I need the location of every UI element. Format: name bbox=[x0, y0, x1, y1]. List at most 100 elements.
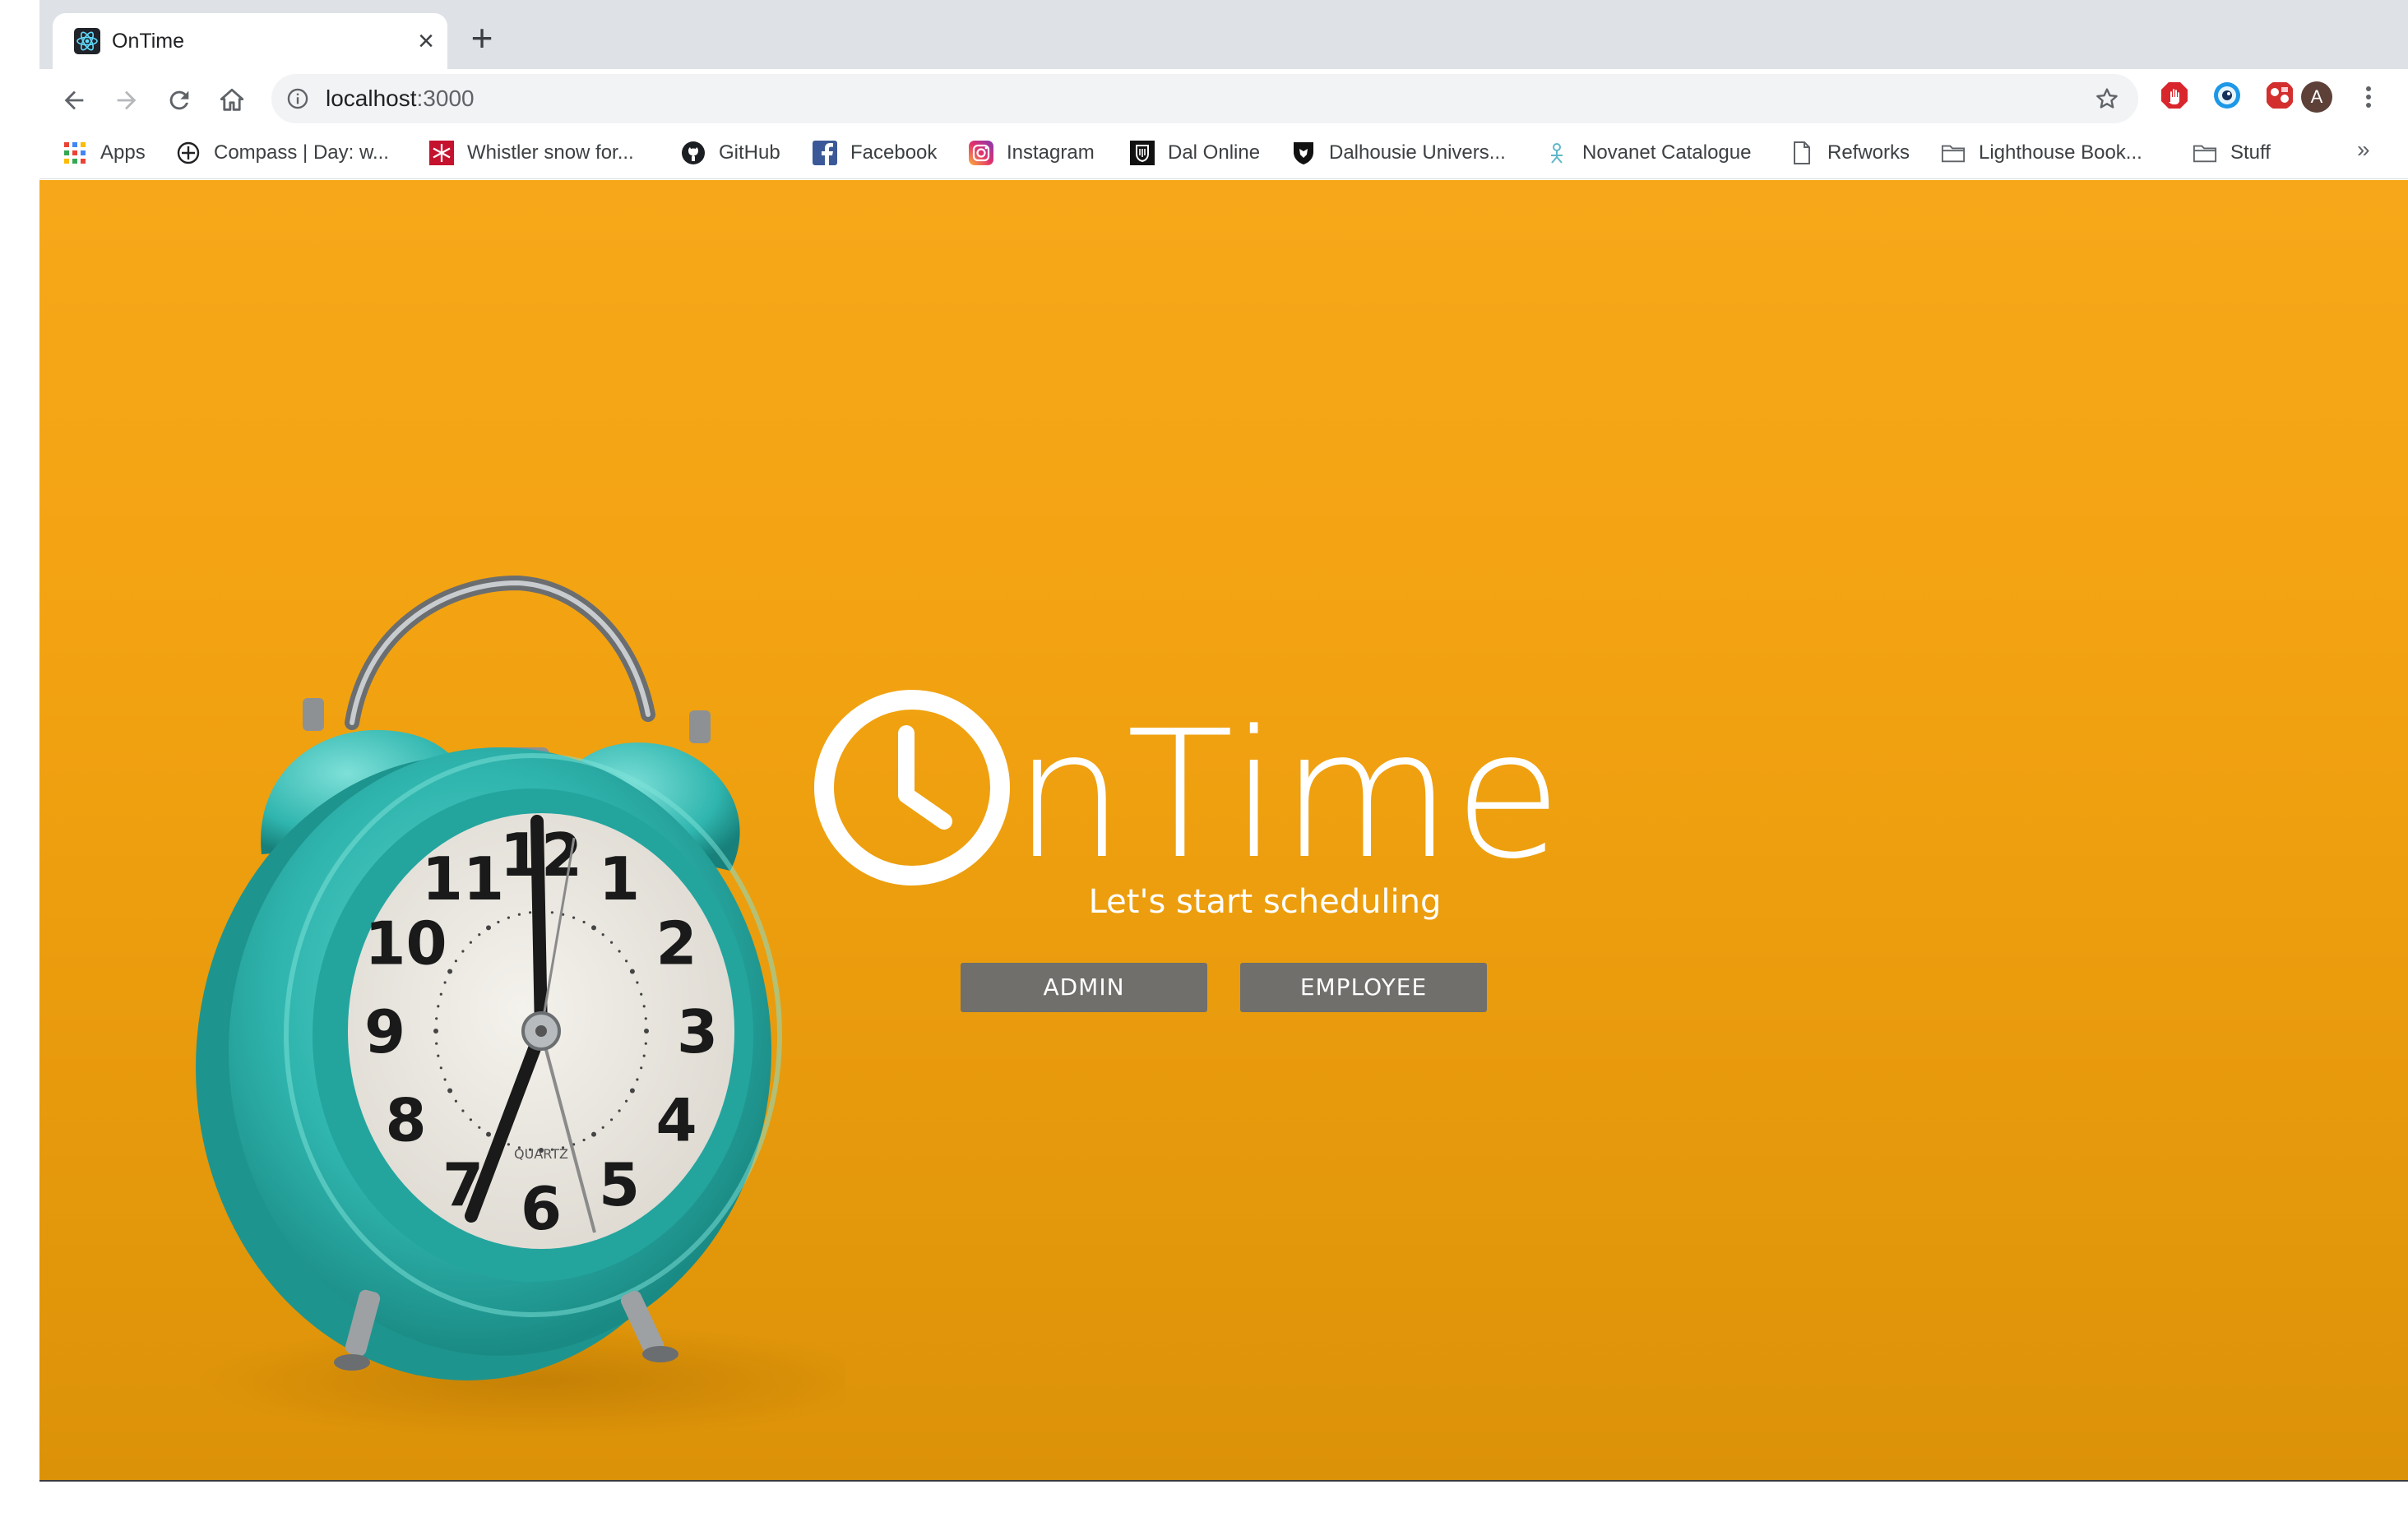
arrow-right-icon bbox=[117, 90, 137, 110]
reload-icon bbox=[169, 90, 189, 110]
clock-tick bbox=[640, 992, 643, 996]
kebab-menu-icon[interactable] bbox=[2360, 81, 2377, 113]
apps-grid-icon bbox=[63, 141, 87, 165]
tab-title: OnTime bbox=[112, 30, 184, 53]
profile-avatar[interactable]: A bbox=[2301, 81, 2332, 113]
page-icon bbox=[1790, 141, 1814, 165]
clock-numeral: 8 bbox=[385, 1086, 426, 1155]
clock-tick bbox=[629, 969, 635, 974]
bookmark-label: Lighthouse Book... bbox=[1979, 141, 2142, 164]
bookmarks-bar: Apps Compass | Day: w... Whistler snow f… bbox=[39, 128, 2408, 179]
bookmark-refworks[interactable]: Refworks bbox=[1790, 136, 1910, 169]
clock-numeral: 11 bbox=[422, 844, 504, 913]
clock-numeral: 9 bbox=[364, 997, 405, 1066]
clock-tick bbox=[591, 925, 596, 931]
folder-icon bbox=[1941, 141, 1966, 165]
clock-tick bbox=[642, 1054, 646, 1057]
alarm-clock-illustration: 121234567891011 QUARTZ bbox=[196, 575, 845, 1438]
page-bottom-border bbox=[39, 1480, 2408, 1482]
clock-tick bbox=[447, 969, 453, 974]
clock-tick bbox=[437, 1005, 440, 1008]
clock-tick bbox=[644, 1029, 649, 1034]
clock-tick bbox=[610, 1118, 614, 1121]
clock-tick bbox=[478, 933, 481, 936]
clock-o-icon bbox=[814, 690, 1010, 886]
browser-window: OnTime × + localhost:3000 A Apps Compass… bbox=[39, 0, 2408, 1480]
employee-button[interactable]: EMPLOYEE bbox=[1240, 963, 1487, 1012]
puzzle-extension-icon[interactable] bbox=[2265, 81, 2295, 110]
clock-tick bbox=[572, 916, 576, 919]
clock-numeral: 2 bbox=[655, 909, 697, 978]
clock-tick bbox=[469, 941, 472, 944]
bookmark-facebook[interactable]: Facebook bbox=[813, 136, 937, 169]
clock-tick bbox=[461, 950, 465, 953]
bookmark-label: Apps bbox=[100, 141, 146, 164]
clock-tick bbox=[582, 1138, 586, 1142]
home-icon bbox=[220, 88, 244, 111]
info-icon[interactable] bbox=[286, 87, 309, 110]
bookmark-label: Whistler snow for... bbox=[467, 141, 634, 164]
reload-button[interactable] bbox=[161, 82, 197, 118]
clock-numeral: 5 bbox=[599, 1150, 640, 1219]
bookmark-instagram[interactable]: Instagram bbox=[969, 136, 1095, 169]
clock-tick bbox=[582, 920, 586, 924]
clock-numeral: 10 bbox=[364, 909, 447, 978]
clock-tick bbox=[591, 1131, 596, 1137]
bookmark-github[interactable]: GitHub bbox=[681, 136, 780, 169]
compass-icon bbox=[176, 141, 201, 165]
bookmark-label: Facebook bbox=[850, 141, 938, 164]
bookmark-dal-online[interactable]: Dal Online bbox=[1130, 136, 1260, 169]
home-button[interactable] bbox=[214, 82, 250, 118]
clock-tick bbox=[454, 1099, 457, 1103]
tagline: Let's start scheduling bbox=[1088, 883, 1442, 921]
clock-tick bbox=[507, 916, 510, 919]
bookmark-star-icon[interactable] bbox=[2094, 86, 2120, 112]
bookmark-label: Compass | Day: w... bbox=[214, 141, 389, 164]
clock-tick bbox=[439, 992, 442, 996]
bookmark-apps[interactable]: Apps bbox=[63, 136, 146, 169]
back-button[interactable] bbox=[56, 82, 92, 118]
folder-icon bbox=[2193, 141, 2217, 165]
ontime-logo: nTime bbox=[813, 665, 1717, 887]
bookmark-whistler[interactable]: Whistler snow for... bbox=[429, 136, 634, 169]
bookmark-label: Novanet Catalogue bbox=[1582, 141, 1752, 164]
clock-tick bbox=[550, 911, 553, 914]
admin-button[interactable]: ADMIN bbox=[961, 963, 1207, 1012]
facebook-icon bbox=[813, 141, 837, 165]
adblock-extension-icon[interactable] bbox=[2160, 81, 2189, 110]
bookmark-compass[interactable]: Compass | Day: w... bbox=[176, 136, 389, 169]
clock-tick bbox=[636, 1078, 639, 1081]
react-icon bbox=[74, 28, 100, 54]
clock-tick bbox=[486, 1131, 491, 1137]
clock-tick bbox=[644, 1042, 647, 1045]
clock-tick bbox=[517, 913, 521, 916]
address-bar[interactable]: localhost:3000 bbox=[271, 74, 2138, 123]
snowflake-icon bbox=[429, 141, 454, 165]
bookmark-lighthouse[interactable]: Lighthouse Book... bbox=[1941, 136, 2142, 169]
clock-tick bbox=[636, 981, 639, 984]
clock-tick bbox=[439, 1066, 442, 1070]
clock-tick bbox=[625, 1099, 628, 1103]
clock-tick bbox=[618, 950, 621, 953]
bookmarks-overflow-chevron-icon[interactable]: » bbox=[2357, 136, 2370, 163]
bookmark-dalhousie[interactable]: Dalhousie Univers... bbox=[1291, 136, 1506, 169]
tab-close-icon[interactable]: × bbox=[411, 26, 441, 56]
clock-tick bbox=[601, 933, 604, 936]
clock-tick bbox=[497, 920, 500, 924]
clock-numeral: 3 bbox=[677, 997, 718, 1066]
clock-tick bbox=[618, 1109, 621, 1112]
novanet-icon bbox=[1544, 141, 1569, 165]
clock-tick bbox=[435, 1042, 438, 1045]
clock-tick bbox=[435, 1017, 438, 1020]
instagram-icon bbox=[969, 141, 993, 165]
bookmark-stuff[interactable]: Stuff bbox=[2193, 136, 2271, 169]
browser-toolbar: localhost:3000 bbox=[39, 69, 2408, 128]
url-text[interactable]: localhost:3000 bbox=[326, 86, 475, 112]
landing-page: 121234567891011 QUARTZ nTime Let bbox=[39, 180, 2408, 1480]
new-tab-button[interactable]: + bbox=[464, 19, 500, 58]
tab-strip: OnTime × + bbox=[39, 0, 2408, 69]
eye-extension-icon[interactable] bbox=[2212, 81, 2242, 110]
forward-button[interactable] bbox=[109, 82, 145, 118]
tab-ontime[interactable]: OnTime × bbox=[53, 13, 447, 69]
bookmark-novanet[interactable]: Novanet Catalogue bbox=[1544, 136, 1751, 169]
